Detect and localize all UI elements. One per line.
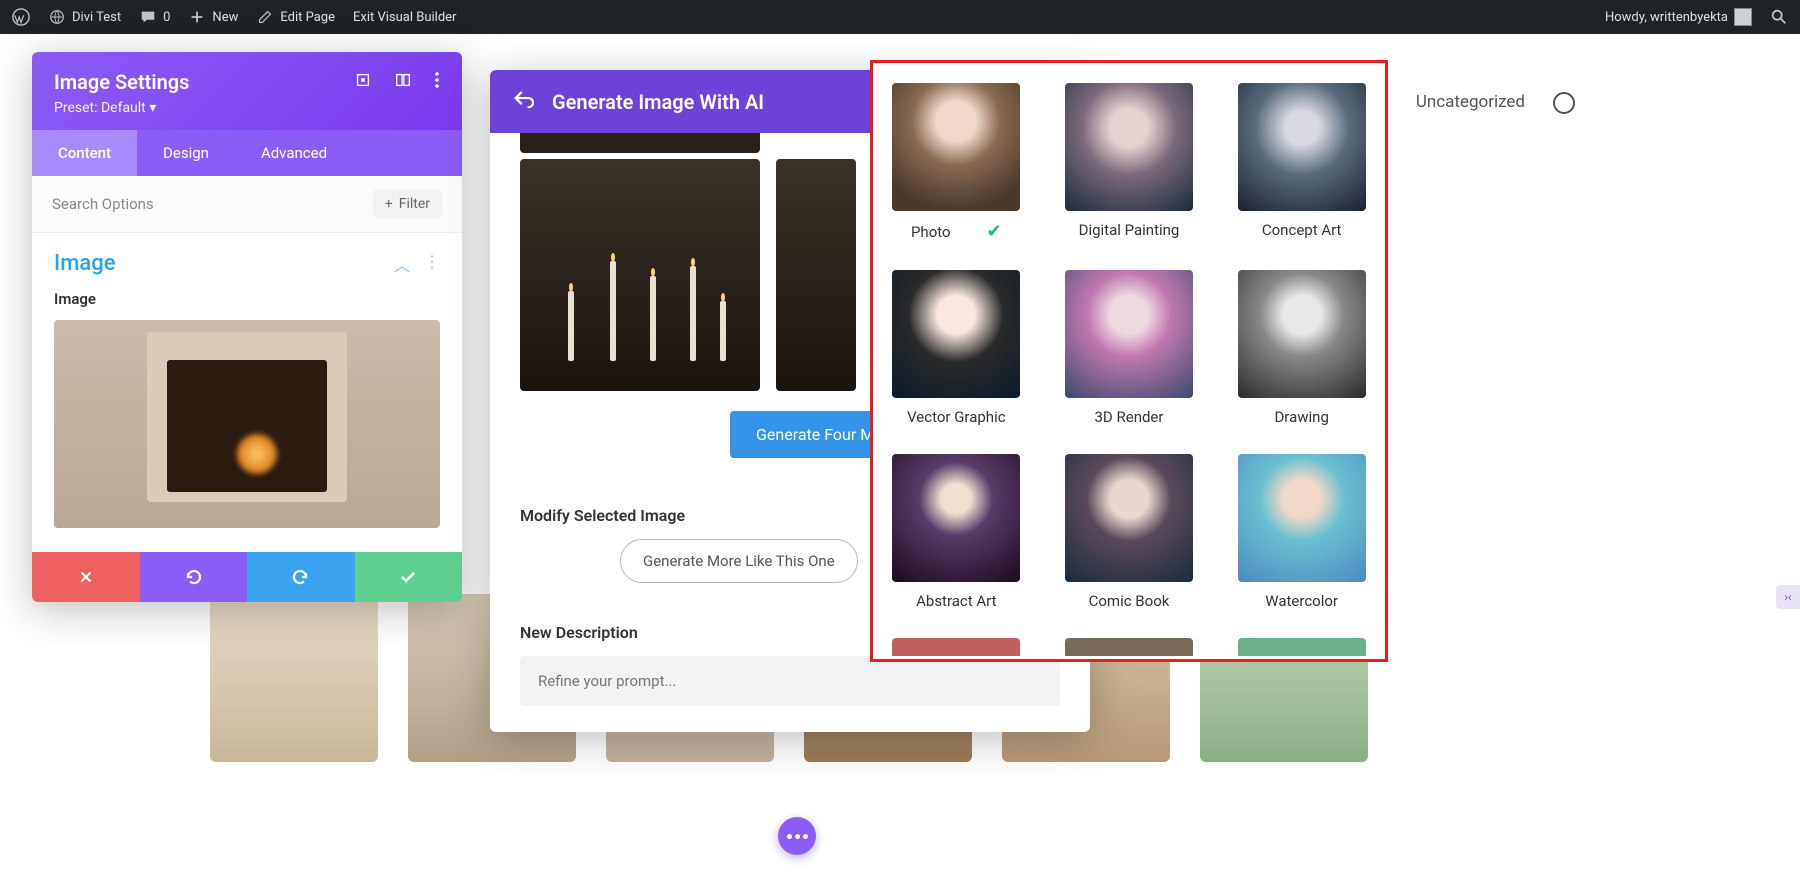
style-thumb (1065, 454, 1193, 582)
style-option-peek[interactable] (1232, 638, 1371, 656)
divi-fab-button[interactable] (778, 817, 816, 855)
wp-logo-icon[interactable] (12, 8, 30, 26)
style-label: Watercolor (1265, 592, 1338, 610)
style-option-concept-art[interactable]: Concept Art (1232, 83, 1371, 242)
image-field-label: Image (54, 290, 440, 308)
check-icon: ✔ (987, 221, 1002, 242)
style-option-3d-render[interactable]: 3D Render (1060, 270, 1199, 426)
exit-visual-builder[interactable]: Exit Visual Builder (353, 10, 456, 25)
style-thumb (892, 638, 1020, 656)
search-options-input[interactable]: Search Options (52, 195, 373, 213)
howdy-user[interactable]: Howdy, writtenbyekta (1605, 8, 1752, 26)
image-settings-panel: Image Settings Preset: Default ▾ Content… (32, 52, 462, 602)
style-option-photo[interactable]: Photo ✔ (887, 83, 1026, 242)
wp-admin-bar: Divi Test 0 New Edit Page Exit Visual Bu… (0, 0, 1800, 34)
style-label: Drawing (1274, 408, 1328, 426)
chevron-up-icon[interactable]: ︿ (394, 252, 410, 276)
tab-content[interactable]: Content (32, 130, 137, 176)
panel-title: Image Settings (54, 70, 189, 94)
new-link[interactable]: New (188, 8, 238, 26)
save-button[interactable] (355, 552, 463, 602)
tab-design[interactable]: Design (137, 130, 235, 176)
ai-panel-title: Generate Image With AI (552, 90, 764, 114)
settings-footer (32, 552, 462, 602)
redo-button[interactable] (247, 552, 355, 602)
style-thumb (1065, 270, 1193, 398)
more-icon[interactable] (434, 71, 440, 93)
generate-more-like-button[interactable]: Generate More Like This One (620, 539, 858, 583)
bg-thumb (210, 594, 378, 762)
style-thumb (1238, 454, 1366, 582)
generated-image-main[interactable] (520, 159, 760, 391)
style-thumb (1238, 270, 1366, 398)
search-icon[interactable] (1770, 8, 1788, 26)
style-label: Concept Art (1262, 221, 1342, 239)
plus-icon: + (385, 196, 393, 212)
style-thumb (1065, 83, 1193, 211)
style-label: Abstract Art (916, 592, 996, 610)
nav-uncategorized[interactable]: Uncategorized (1416, 92, 1525, 114)
style-option-drawing[interactable]: Drawing (1232, 270, 1371, 426)
edit-page-link[interactable]: Edit Page (256, 8, 335, 26)
section-more-icon[interactable]: ⋮ (424, 252, 440, 276)
site-link[interactable]: Divi Test (48, 8, 121, 26)
style-label: Vector Graphic (907, 408, 1006, 426)
tab-advanced[interactable]: Advanced (235, 130, 353, 176)
preset-dropdown[interactable]: Preset: Default ▾ (54, 100, 440, 116)
image-preview[interactable] (54, 320, 440, 528)
style-picker-overlay: Photo ✔ Digital Painting Concept Art Vector … (870, 60, 1388, 662)
style-label: Digital Painting (1079, 221, 1180, 239)
style-option-abstract-art[interactable]: Abstract Art (887, 454, 1026, 610)
style-option-comic-book[interactable]: Comic Book (1060, 454, 1199, 610)
style-thumb (1238, 638, 1366, 656)
style-label: Photo (911, 223, 951, 241)
back-icon[interactable] (512, 88, 534, 115)
style-option-digital-painting[interactable]: Digital Painting (1060, 83, 1199, 242)
style-thumb (1238, 83, 1366, 211)
style-option-watercolor[interactable]: Watercolor (1232, 454, 1371, 610)
style-thumb (892, 270, 1020, 398)
style-thumb (892, 454, 1020, 582)
style-option-vector-graphic[interactable]: Vector Graphic (887, 270, 1026, 426)
style-thumb (1065, 638, 1193, 656)
section-image-heading[interactable]: Image (54, 251, 116, 276)
style-option-peek[interactable] (1060, 638, 1199, 656)
side-toggle[interactable]: ›‹ (1776, 585, 1800, 609)
style-label: 3D Render (1095, 408, 1164, 426)
comments-link[interactable]: 0 (139, 8, 170, 26)
undo-button[interactable] (140, 552, 248, 602)
style-label: Comic Book (1089, 592, 1170, 610)
avatar (1734, 8, 1752, 26)
cancel-button[interactable] (32, 552, 140, 602)
columns-icon[interactable] (394, 71, 412, 93)
settings-tabs: Content Design Advanced (32, 130, 462, 176)
generated-image-side[interactable] (776, 159, 856, 391)
expand-icon[interactable] (354, 71, 372, 93)
style-thumb (892, 83, 1020, 211)
style-option-peek[interactable] (887, 638, 1026, 656)
refine-prompt-input[interactable] (520, 656, 1060, 706)
nav-search-icon[interactable] (1553, 92, 1575, 114)
filter-button[interactable]: +Filter (373, 190, 442, 218)
